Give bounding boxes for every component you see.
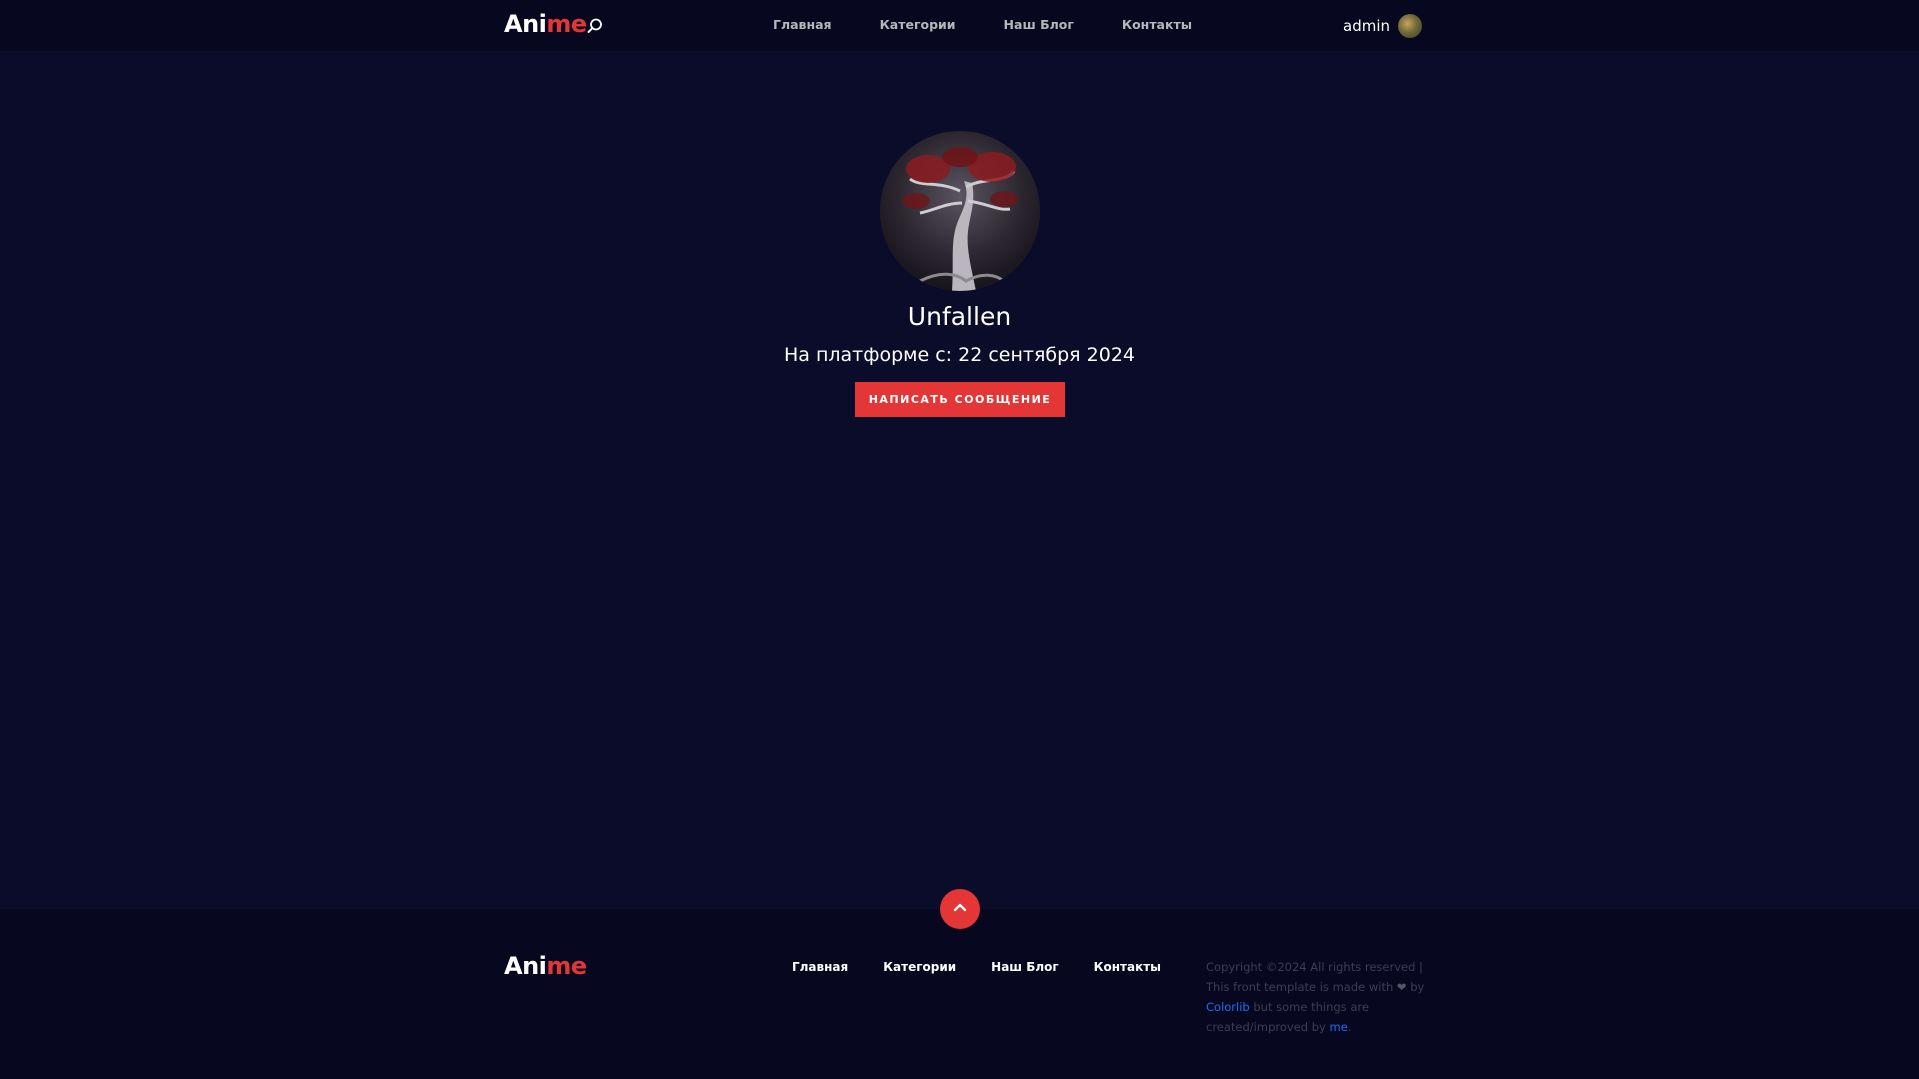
colorlib-link[interactable]: Colorlib (1206, 1000, 1250, 1014)
main-nav: Главная Категории Наш Блог Контакты (773, 17, 1192, 32)
nav-contacts[interactable]: Контакты (1122, 17, 1192, 32)
search-icon[interactable] (586, 17, 604, 35)
footer-nav-blog[interactable]: Наш Блог (991, 960, 1059, 974)
footer-nav: Главная Категории Наш Блог Контакты (792, 960, 1161, 974)
footer-nav-home[interactable]: Главная (792, 960, 848, 974)
copyright-text: Copyright ©2024 All rights reserved | Th… (1206, 957, 1426, 1037)
header: Anime Главная Категории Наш Блог Контакт… (0, 0, 1919, 51)
user-avatar (1398, 14, 1422, 38)
logo-part1: Ani (504, 10, 547, 38)
footer: Anime Главная Категории Наш Блог Контакт… (0, 909, 1919, 1079)
author-link[interactable]: me (1330, 1020, 1348, 1034)
heart-icon: ❤ (1396, 980, 1407, 994)
copyright-part1: Copyright ©2024 All rights reserved | Th… (1206, 960, 1423, 994)
footer-logo-part2: me (546, 952, 587, 980)
logo-part2: me (546, 10, 587, 38)
profile-avatar (880, 131, 1040, 291)
chevron-up-icon (952, 899, 968, 919)
profile-member-since: На платформе с: 22 сентября 2024 (784, 344, 1135, 366)
nav-categories[interactable]: Категории (880, 17, 956, 32)
footer-logo-part1: Ani (504, 952, 547, 980)
footer-nav-categories[interactable]: Категории (883, 960, 956, 974)
footer-nav-contacts[interactable]: Контакты (1094, 960, 1161, 974)
footer-logo[interactable]: Anime (504, 952, 587, 980)
site-logo[interactable]: Anime (504, 10, 587, 38)
nav-blog[interactable]: Наш Блог (1004, 17, 1074, 32)
copyright-part4: . (1347, 1020, 1352, 1034)
user-name: admin (1343, 17, 1390, 35)
scroll-to-top-button[interactable] (940, 889, 980, 929)
copyright-part2: by (1410, 980, 1425, 994)
send-message-button[interactable]: НАПИСАТЬ СООБЩЕНИЕ (855, 382, 1065, 417)
profile-username: Unfallen (907, 302, 1012, 331)
nav-home[interactable]: Главная (773, 17, 832, 32)
user-menu[interactable]: admin (1343, 14, 1422, 38)
